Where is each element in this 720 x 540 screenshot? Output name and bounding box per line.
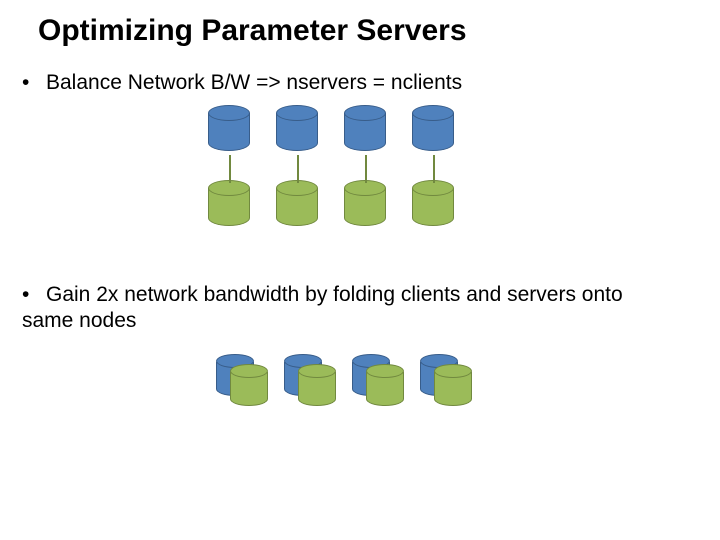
connector-line-icon: [297, 155, 299, 183]
client-cylinder-icon: [298, 364, 336, 410]
server-cylinder-icon: [276, 105, 318, 155]
client-cylinder-icon: [366, 364, 404, 410]
client-cylinder-icon: [412, 180, 454, 230]
bullet-2: •Gain 2x network bandwidth by folding cl…: [22, 282, 662, 335]
slide: Optimizing Parameter Servers •Balance Ne…: [0, 0, 720, 540]
server-cylinder-icon: [208, 105, 250, 155]
client-cylinder-icon: [344, 180, 386, 230]
bullet-1: •Balance Network B/W => nservers = nclie…: [22, 70, 462, 96]
server-cylinder-icon: [412, 105, 454, 155]
connector-line-icon: [433, 155, 435, 183]
bullet-1-text: Balance Network B/W => nservers = nclien…: [46, 71, 462, 94]
slide-title: Optimizing Parameter Servers: [38, 14, 467, 48]
connector-line-icon: [365, 155, 367, 183]
client-cylinder-icon: [276, 180, 318, 230]
client-cylinder-icon: [434, 364, 472, 410]
connector-line-icon: [229, 155, 231, 183]
bullet-dot-icon: •: [22, 282, 46, 308]
server-cylinder-icon: [344, 105, 386, 155]
client-cylinder-icon: [230, 364, 268, 410]
client-cylinder-icon: [208, 180, 250, 230]
bullet-2-text: Gain 2x network bandwidth by folding cli…: [22, 283, 623, 332]
bullet-dot-icon: •: [22, 70, 46, 96]
